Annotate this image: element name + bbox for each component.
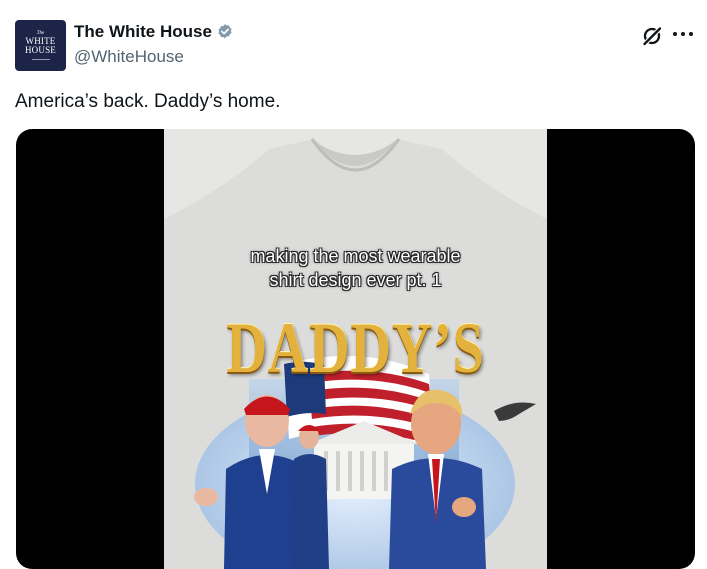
author-display-name[interactable]: The White House (74, 22, 212, 42)
video-caption-line1: making the most wearable (250, 246, 461, 266)
author-name-row: The White House (74, 22, 234, 42)
verified-badge-icon (218, 24, 232, 39)
more-dot (673, 32, 677, 36)
author-handle[interactable]: @WhiteHouse (74, 47, 184, 67)
tweet-media[interactable]: making the most wearable shirt design ev… (16, 129, 695, 569)
more-dot (681, 32, 685, 36)
avatar[interactable]: The WHITE HOUSE (15, 20, 66, 71)
avatar-text-house: HOUSE (24, 45, 56, 55)
avatar-rule (31, 59, 50, 60)
tweet-text: America’s back. Daddy’s home. (15, 91, 281, 112)
more-dots-icon[interactable] (673, 31, 693, 37)
more-dot (689, 32, 693, 36)
shirt-title-text: DADDY’S (226, 308, 485, 388)
video-caption-line2: shirt design ever pt. 1 (269, 270, 442, 290)
grok-slash-icon[interactable] (641, 25, 663, 47)
